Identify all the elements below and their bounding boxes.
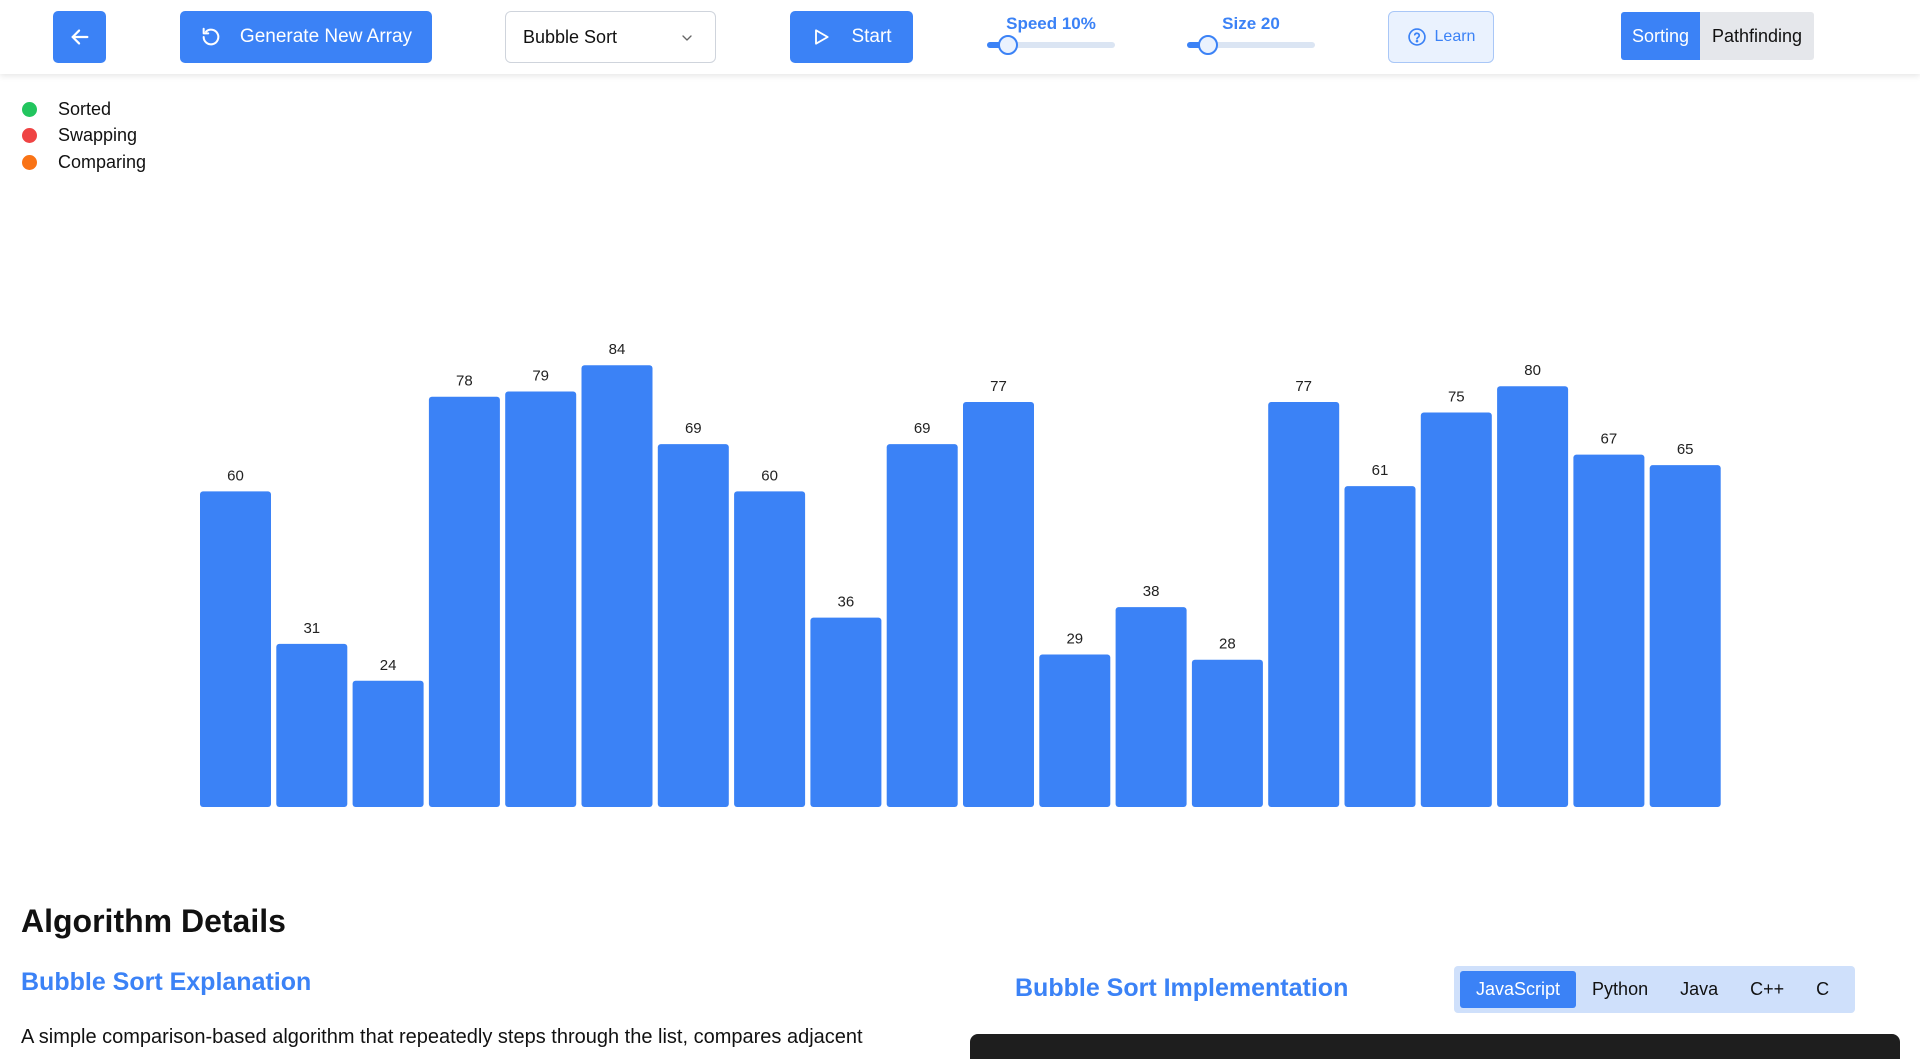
bar-8 (810, 617, 882, 807)
language-tabs: JavaScript Python Java C++ C (1454, 966, 1855, 1013)
bar-15 (1344, 486, 1416, 807)
bar-value-label-18: 67 (1601, 431, 1618, 448)
bar-13 (1191, 659, 1263, 807)
bar-value-label-16: 75 (1448, 389, 1465, 406)
bar-3 (428, 396, 500, 807)
bar-value-label-13: 28 (1219, 636, 1236, 653)
bar-9 (886, 444, 958, 807)
bar-value-label-14: 77 (1295, 378, 1312, 395)
bar-11 (1039, 654, 1111, 807)
bar-0 (200, 491, 271, 807)
bar-value-label-9: 69 (914, 420, 931, 437)
bar-16 (1420, 412, 1492, 807)
bar-17 (1497, 386, 1569, 807)
bar-value-label-0: 60 (227, 467, 244, 484)
tab-javascript[interactable]: JavaScript (1460, 971, 1577, 1008)
bar-1 (276, 643, 348, 807)
explanation-title: Bubble Sort Explanation (21, 968, 312, 996)
bar-value-label-3: 78 (456, 373, 473, 390)
details-title: Algorithm Details (21, 903, 286, 939)
code-block (970, 1034, 1900, 1059)
bar-12 (1115, 607, 1187, 807)
tab-java[interactable]: Java (1664, 971, 1734, 1008)
bar-6 (657, 444, 729, 807)
tab-c[interactable]: C (1800, 971, 1845, 1008)
array-bar-chart: 60 31 24 78 79 84 69 60 36 69 77 29 38 28 77 61 75 80 67 65 (200, 341, 1721, 807)
implementation-title: Bubble Sort Implementation (1015, 974, 1349, 1002)
bar-10 (963, 402, 1034, 807)
tab-cpp[interactable]: C++ (1734, 971, 1800, 1008)
bar-value-label-12: 38 (1143, 583, 1160, 600)
bar-value-label-1: 31 (303, 620, 320, 637)
bar-19 (1649, 465, 1721, 807)
bar-value-label-4: 79 (532, 368, 549, 385)
bar-value-label-17: 80 (1524, 362, 1541, 379)
bar-value-label-2: 24 (380, 657, 397, 674)
bar-value-label-11: 29 (1066, 631, 1083, 648)
tab-python[interactable]: Python (1576, 971, 1664, 1008)
bar-value-label-7: 60 (761, 467, 778, 484)
bar-value-label-19: 65 (1677, 441, 1694, 458)
bar-14 (1268, 402, 1340, 807)
bar-2 (352, 680, 424, 807)
bar-value-label-10: 77 (990, 378, 1007, 395)
bar-4 (505, 391, 577, 807)
explanation-text: A simple comparison-based algorithm that… (21, 1026, 863, 1048)
bar-18 (1573, 454, 1645, 807)
bar-5 (581, 365, 653, 807)
bar-7 (734, 491, 806, 807)
bar-value-label-6: 69 (685, 420, 702, 437)
bar-value-label-15: 61 (1372, 462, 1389, 479)
bar-value-label-5: 84 (609, 341, 626, 358)
bar-value-label-8: 36 (838, 594, 855, 611)
